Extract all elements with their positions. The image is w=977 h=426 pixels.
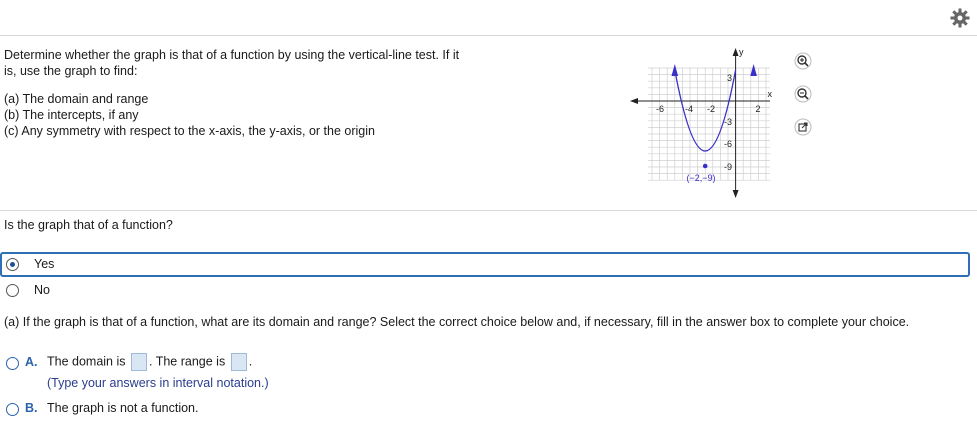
choice-letter: A. [25, 355, 38, 369]
range-answer-box[interactable] [230, 353, 247, 371]
x-tick-label: -4 [685, 104, 693, 114]
x-tick-label: 2 [755, 104, 760, 114]
choice-a[interactable]: A. The domain is . The range is . (Type … [0, 353, 600, 391]
choice-b-text: The graph is not a function. [47, 401, 199, 415]
choice-letter: B. [25, 401, 38, 415]
question-text: Is the graph that of a function? [4, 218, 173, 232]
prompt-line: is, use the graph to find: [4, 64, 138, 78]
choice-a-pre: The domain is [47, 354, 126, 369]
prompt-line: (c) Any symmetry with respect to the x-a… [4, 124, 375, 138]
axis-x-label: x [768, 89, 773, 99]
y-tick-label: 3 [727, 73, 732, 83]
top-divider [0, 35, 977, 36]
option-label: No [34, 283, 50, 297]
prompt-line: (a) The domain and range [4, 92, 149, 106]
option-yes[interactable]: Yes [0, 252, 970, 277]
option-no[interactable]: No [0, 280, 966, 302]
part-a-question: (a) If the graph is that of a function, … [4, 315, 910, 329]
radio-choice-a[interactable] [6, 357, 19, 370]
domain-answer-box[interactable] [131, 353, 147, 371]
x-tick-label: -2 [707, 104, 715, 114]
choice-a-post: . [248, 354, 253, 369]
choice-a-mid: . The range is [149, 354, 226, 369]
problem-statement: Determine whether the graph is that of a… [4, 47, 484, 139]
prompt-line: (b) The intercepts, if any [4, 108, 139, 122]
parabola-graph: y x -6 -4 -2 2 3 -3 -6 -9 (−2,−9) [630, 47, 773, 198]
choice-a-text: The domain is . The range is . [47, 353, 252, 371]
y-tick-label: -3 [724, 117, 732, 127]
radio-button-no[interactable] [6, 284, 19, 297]
section-divider [0, 210, 977, 211]
axis-y-label: y [739, 47, 744, 57]
y-tick-label: -9 [724, 162, 732, 172]
choice-b[interactable]: B. The graph is not a function. [0, 401, 600, 419]
option-label: Yes [34, 257, 55, 271]
prompt-line: Determine whether the graph is that of a… [4, 48, 460, 62]
zoom-out-icon[interactable] [794, 85, 812, 103]
x-tick-label: -6 [656, 104, 664, 114]
y-tick-label: -6 [724, 139, 732, 149]
radio-choice-b[interactable] [6, 403, 19, 416]
radio-button-yes[interactable] [6, 258, 19, 271]
vertex-label: (−2,−9) [686, 173, 715, 183]
zoom-in-icon[interactable] [794, 52, 812, 70]
gear-icon[interactable] [950, 8, 970, 28]
interval-notation-hint: (Type your answers in interval notation.… [47, 376, 269, 390]
external-link-icon[interactable] [794, 118, 812, 136]
